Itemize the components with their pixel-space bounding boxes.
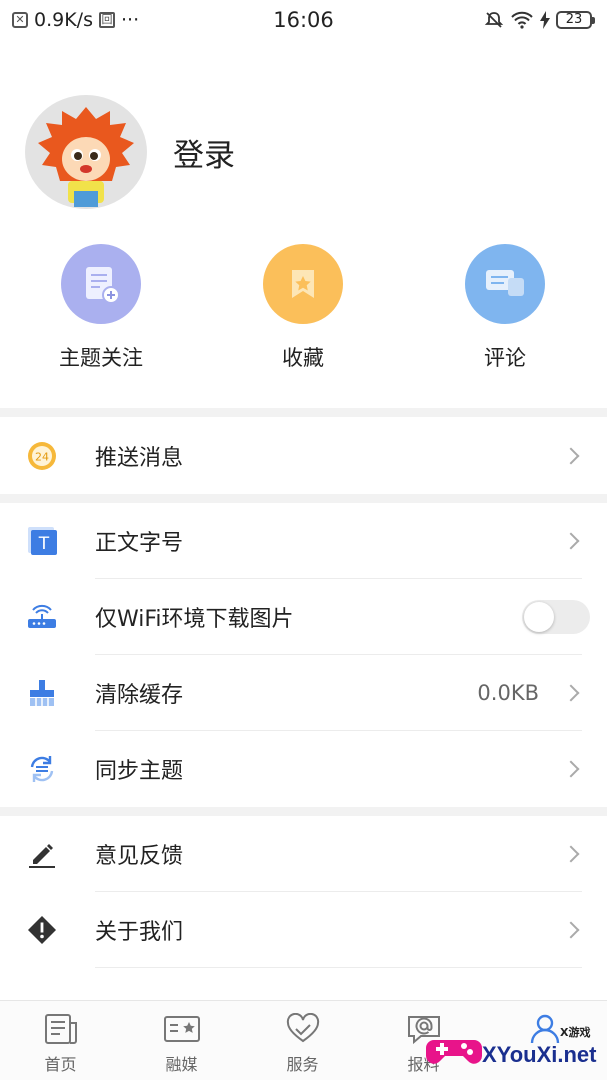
chevron-right-icon [562,921,580,939]
cache-size-value: 0.0KB [477,681,539,705]
bookmark-star-icon [263,244,343,324]
home-doc-icon [44,1014,77,1044]
heart-hands-icon [286,1013,319,1043]
nav-media[interactable]: 融媒 [121,1001,242,1080]
feedback-label: 意见反馈 [95,844,184,869]
push-messages-label: 推送消息 [95,446,184,471]
quick-favorites[interactable]: 收藏 [202,244,404,372]
wifi-only-toggle[interactable] [522,600,590,634]
section-divider [0,408,607,417]
row-clear-cache[interactable]: 清除缓存 0.0KB [0,655,607,731]
row-push-messages[interactable]: 24 推送消息 [0,418,607,494]
quick-actions: 主题关注 收藏 评论 [0,244,607,372]
nav-home-label: 首页 [44,1055,77,1074]
nav-services-label: 服务 [286,1055,319,1074]
quick-topic-follow-label: 主题关注 [59,346,143,370]
pencil-icon [26,838,58,870]
svg-text:24: 24 [35,451,49,464]
watermark-text: XYouXi.net [482,1042,597,1067]
24-badge-icon: 24 [26,440,58,472]
site-watermark: X游戏 XYouXi.net [426,1012,607,1080]
brush-icon [26,677,58,709]
row-font-size[interactable]: T 正文字号 [0,503,607,579]
status-bar: ✕ 0.9K/s 回 ··· 16:06 23 [0,0,607,40]
wifi-only-label: 仅WiFi环境下载图片 [95,607,294,632]
quick-favorites-label: 收藏 [282,346,324,370]
nav-home[interactable]: 首页 [0,1001,121,1080]
router-icon [26,601,58,633]
avatar[interactable] [25,95,147,209]
row-about-us[interactable]: 关于我们 [0,892,607,968]
text-size-icon: T [26,525,58,557]
chevron-right-icon [562,447,580,465]
nav-services[interactable]: 服务 [242,1001,363,1080]
section-divider [0,494,607,503]
chevron-right-icon [562,684,580,702]
row-feedback[interactable]: 意见反馈 [0,816,607,892]
login-link[interactable]: 登录 [173,130,235,175]
clear-cache-label: 清除缓存 [95,683,184,708]
quick-topic-follow[interactable]: 主题关注 [0,244,202,372]
about-us-label: 关于我们 [95,920,184,945]
nav-media-label: 融媒 [165,1055,198,1074]
media-star-icon [163,1016,200,1042]
quick-comments-label: 评论 [484,346,526,370]
font-size-label: 正文字号 [95,531,184,556]
sync-topics-label: 同步主题 [95,759,184,784]
gamepad-logo-icon [426,1040,482,1064]
row-wifi-only-images[interactable]: 仅WiFi环境下载图片 [0,579,607,655]
chevron-right-icon [562,532,580,550]
quick-comments[interactable]: 评论 [404,244,606,372]
warning-diamond-icon [26,914,58,946]
svg-text:T: T [38,534,50,554]
chat-bubbles-icon [465,244,545,324]
sync-icon [26,753,58,785]
clock: 16:06 [273,8,334,32]
watermark-small-text: X游戏 [560,1026,591,1039]
lion-mascot-icon [38,107,134,207]
document-add-icon [61,244,141,324]
chevron-right-icon [562,760,580,778]
profile-header[interactable]: 登录 [25,95,235,209]
row-separator [95,967,582,968]
section-divider [0,807,607,816]
row-sync-topics[interactable]: 同步主题 [0,731,607,807]
chevron-right-icon [562,845,580,863]
